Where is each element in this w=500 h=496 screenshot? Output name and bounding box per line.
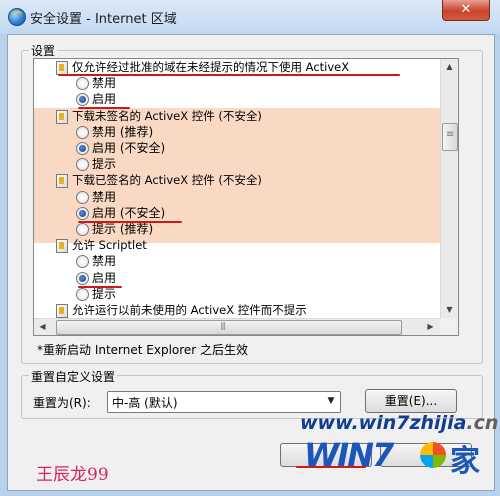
setting-row-label: 提示: [92, 157, 117, 172]
scroll-left-arrow-icon[interactable]: ◀: [34, 319, 51, 335]
site-watermark: www.win7zhijia.cn: [300, 412, 500, 436]
security-level-select[interactable]: 中-高 (默认) ▼: [107, 391, 341, 413]
author-signature: 王辰龙99: [36, 465, 109, 485]
reset-group-label: 重置自定义设置: [29, 368, 118, 385]
setting-row-label: 允许 Scriptlet: [72, 238, 147, 253]
setting-row-label: 仅允许经过批准的域在未经提示的情况下使用 ActiveX: [72, 60, 350, 74]
vertical-scroll-thumb[interactable]: [442, 123, 458, 151]
setting-row-label: 启用 (不安全): [92, 205, 166, 220]
horizontal-scrollbar[interactable]: ◀ ▶: [34, 318, 440, 335]
setting-group-icon: [56, 174, 68, 189]
horizontal-scroll-thumb[interactable]: [56, 320, 402, 335]
setting-row-label: 启用 (不安全): [92, 141, 166, 155]
scroll-up-arrow-icon[interactable]: ▲: [441, 59, 458, 75]
setting-group-icon: [56, 61, 68, 75]
setting-group-icon: [56, 304, 68, 318]
scroll-right-arrow-icon[interactable]: ▶: [422, 319, 439, 335]
setting-row-label: 提示 (推荐): [92, 222, 154, 236]
setting-row-label: 下载未签名的 ActiveX 控件 (不安全): [72, 108, 262, 123]
title-bar: 安全设置 - Internet 区域 ✕: [0, 0, 500, 34]
settings-group-label: 设置: [29, 42, 58, 59]
red-annotation-underline: [78, 286, 122, 288]
radio-unchecked-icon[interactable]: [76, 77, 89, 91]
close-button[interactable]: ✕: [442, 0, 490, 21]
setting-row-label: 禁用 (推荐): [92, 124, 154, 139]
vertical-scrollbar[interactable]: ▲ ▼: [440, 59, 458, 318]
scroll-down-arrow-icon[interactable]: ▼: [441, 302, 458, 318]
scroll-corner: [440, 318, 458, 335]
win7-logo-text: WIN7: [304, 436, 394, 474]
watermark-site-main: www.win7zhijia: [300, 412, 467, 434]
setting-row-label: 启用: [92, 270, 117, 285]
setting-row-label: 允许运行以前未使用的 ActiveX 控件而不提示: [72, 303, 307, 317]
radio-unchecked-icon[interactable]: [76, 287, 89, 301]
setting-group-icon: [56, 109, 68, 124]
red-annotation-underline: [58, 74, 400, 76]
radio-unchecked-icon[interactable]: [76, 125, 89, 139]
chevron-down-icon[interactable]: ▼: [324, 394, 338, 408]
setting-row-label: 启用: [92, 92, 117, 107]
radio-unchecked-icon[interactable]: [76, 190, 89, 204]
setting-row-label: 提示: [92, 286, 117, 301]
internet-zone-icon: [8, 8, 26, 26]
win7-logo: WIN7 家: [304, 436, 499, 479]
reset-button[interactable]: 重置(E)...: [365, 389, 457, 413]
red-annotation-underline: [78, 221, 182, 223]
radio-checked-icon[interactable]: [76, 271, 89, 285]
watermark-site-tail: .cn: [466, 412, 499, 434]
setting-row-label: 下载已签名的 ActiveX 控件 (不安全): [72, 173, 262, 188]
security-level-value: 中-高 (默认): [112, 396, 178, 410]
radio-unchecked-icon[interactable]: [76, 223, 89, 236]
win7-logo-suffix: 家: [450, 444, 480, 479]
windows-flag-icon: [420, 442, 446, 468]
settings-list: 仅允许经过批准的域在未经提示的情况下使用 ActiveX 禁用 启用 下载未签名的 A…: [33, 58, 459, 336]
setting-row-label: 禁用: [92, 189, 117, 204]
red-annotation-underline: [78, 107, 130, 109]
restart-note: *重新启动 Internet Explorer 之后生效: [37, 343, 249, 357]
radio-unchecked-icon[interactable]: [76, 255, 89, 269]
radio-checked-icon[interactable]: [76, 93, 89, 107]
window-title: 安全设置 - Internet 区域: [30, 12, 177, 27]
radio-checked-icon[interactable]: [76, 206, 89, 220]
radio-checked-icon[interactable]: [76, 142, 89, 155]
settings-list-rows: 仅允许经过批准的域在未经提示的情况下使用 ActiveX 禁用 启用 下载未签名的 A…: [34, 59, 440, 318]
reset-to-label: 重置为(R):: [33, 396, 91, 410]
setting-group-icon: [56, 239, 68, 254]
setting-row-label: 禁用: [92, 254, 117, 269]
setting-row-label: 禁用: [92, 76, 117, 91]
